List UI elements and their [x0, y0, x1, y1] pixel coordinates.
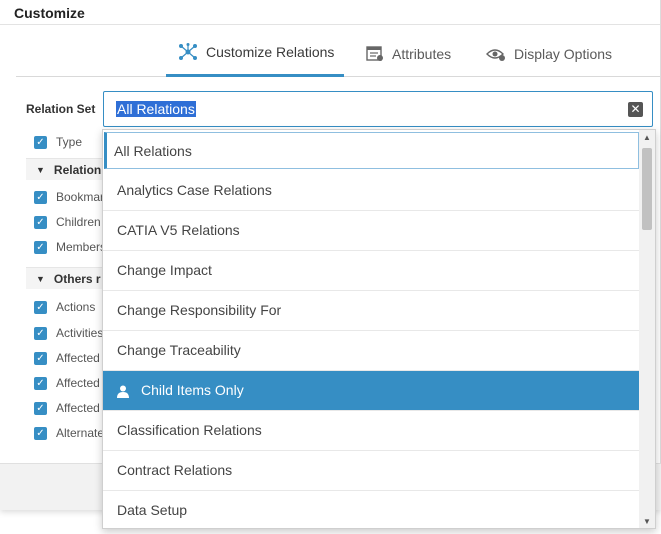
tab-attributes[interactable]: Attributes	[366, 30, 466, 77]
checkbox-checked[interactable]: ✓	[34, 326, 47, 340]
tree-group-label: Others r	[53, 271, 101, 286]
clear-icon[interactable]: ✕	[628, 102, 643, 117]
checkbox-checked[interactable]: ✓	[34, 376, 47, 390]
scroll-down-arrow-icon[interactable]: ▼	[643, 517, 651, 526]
relation-set-value[interactable]: All Relations	[116, 101, 196, 117]
checkbox-checked[interactable]: ✓	[34, 426, 47, 440]
tree-row-label: Type	[56, 135, 83, 149]
tree-row-label: Affected	[56, 376, 100, 390]
dropdown-option[interactable]: Change Responsibility For	[103, 291, 640, 331]
dropdown-option[interactable]: CATIA V5 Relations	[103, 211, 640, 251]
relation-set-label: Relation Set	[26, 102, 96, 116]
tree-row-label: Affected	[56, 401, 100, 415]
checkbox-checked[interactable]: ✓	[34, 135, 47, 149]
tree-row-label: Children	[56, 215, 101, 229]
dropdown-option-label: Child Items Only	[141, 382, 244, 398]
relations-icon	[179, 43, 197, 60]
checkbox-checked[interactable]: ✓	[34, 190, 47, 204]
checkbox-checked[interactable]: ✓	[34, 351, 47, 365]
tree-row-label: Bookmar	[56, 190, 105, 204]
tab-bar: Customize Relations Attributes Display O…	[16, 30, 660, 77]
dropdown-option[interactable]: Classification Relations	[103, 411, 640, 451]
tree-row-label: Activities	[56, 326, 104, 340]
title-divider	[0, 24, 660, 25]
dropdown-option-all-relations[interactable]: All Relations	[104, 132, 639, 169]
tree-row-label: Affected	[56, 351, 100, 365]
scroll-up-arrow-icon[interactable]: ▲	[643, 133, 651, 142]
scrollbar-thumb[interactable]	[642, 148, 652, 230]
dialog-title: Customize	[14, 5, 85, 21]
tree-row-label: Members	[56, 240, 107, 254]
dropdown-option[interactable]: Change Traceability	[103, 331, 640, 371]
tab-customize-relations[interactable]: Customize Relations	[166, 30, 344, 77]
collapse-triangle-icon[interactable]: ▼	[36, 165, 45, 175]
checkbox-checked[interactable]: ✓	[34, 401, 47, 415]
relation-set-dropdown[interactable]: All Relations Analytics Case Relations C…	[102, 129, 656, 529]
dropdown-option[interactable]: Data Setup	[103, 491, 640, 528]
dropdown-scrollbar[interactable]: ▲ ▼	[639, 130, 655, 528]
dropdown-option[interactable]: Change Impact	[103, 251, 640, 291]
tab-display-options[interactable]: Display Options	[486, 30, 626, 77]
dropdown-option[interactable]: Analytics Case Relations	[103, 171, 640, 211]
checkbox-checked[interactable]: ✓	[34, 215, 47, 229]
collapse-triangle-icon[interactable]: ▼	[36, 274, 45, 284]
tab-label: Display Options	[514, 45, 613, 62]
dropdown-option[interactable]: Contract Relations	[103, 451, 640, 491]
checkbox-checked[interactable]: ✓	[34, 240, 47, 254]
eye-gear-icon	[486, 48, 505, 61]
tree-row-label: Actions	[56, 300, 96, 314]
tab-label: Attributes	[392, 45, 452, 62]
relation-set-input[interactable]: All Relations ✕	[103, 91, 653, 127]
dropdown-option-selected[interactable]: Child Items Only	[103, 371, 640, 411]
user-icon	[117, 385, 129, 398]
tree-group-label: Relation	[53, 162, 102, 177]
checkbox-checked[interactable]: ✓	[34, 300, 47, 314]
tab-label: Customize Relations	[206, 44, 335, 60]
attributes-icon	[366, 45, 383, 61]
tree-row-label: Alternate	[56, 426, 105, 440]
